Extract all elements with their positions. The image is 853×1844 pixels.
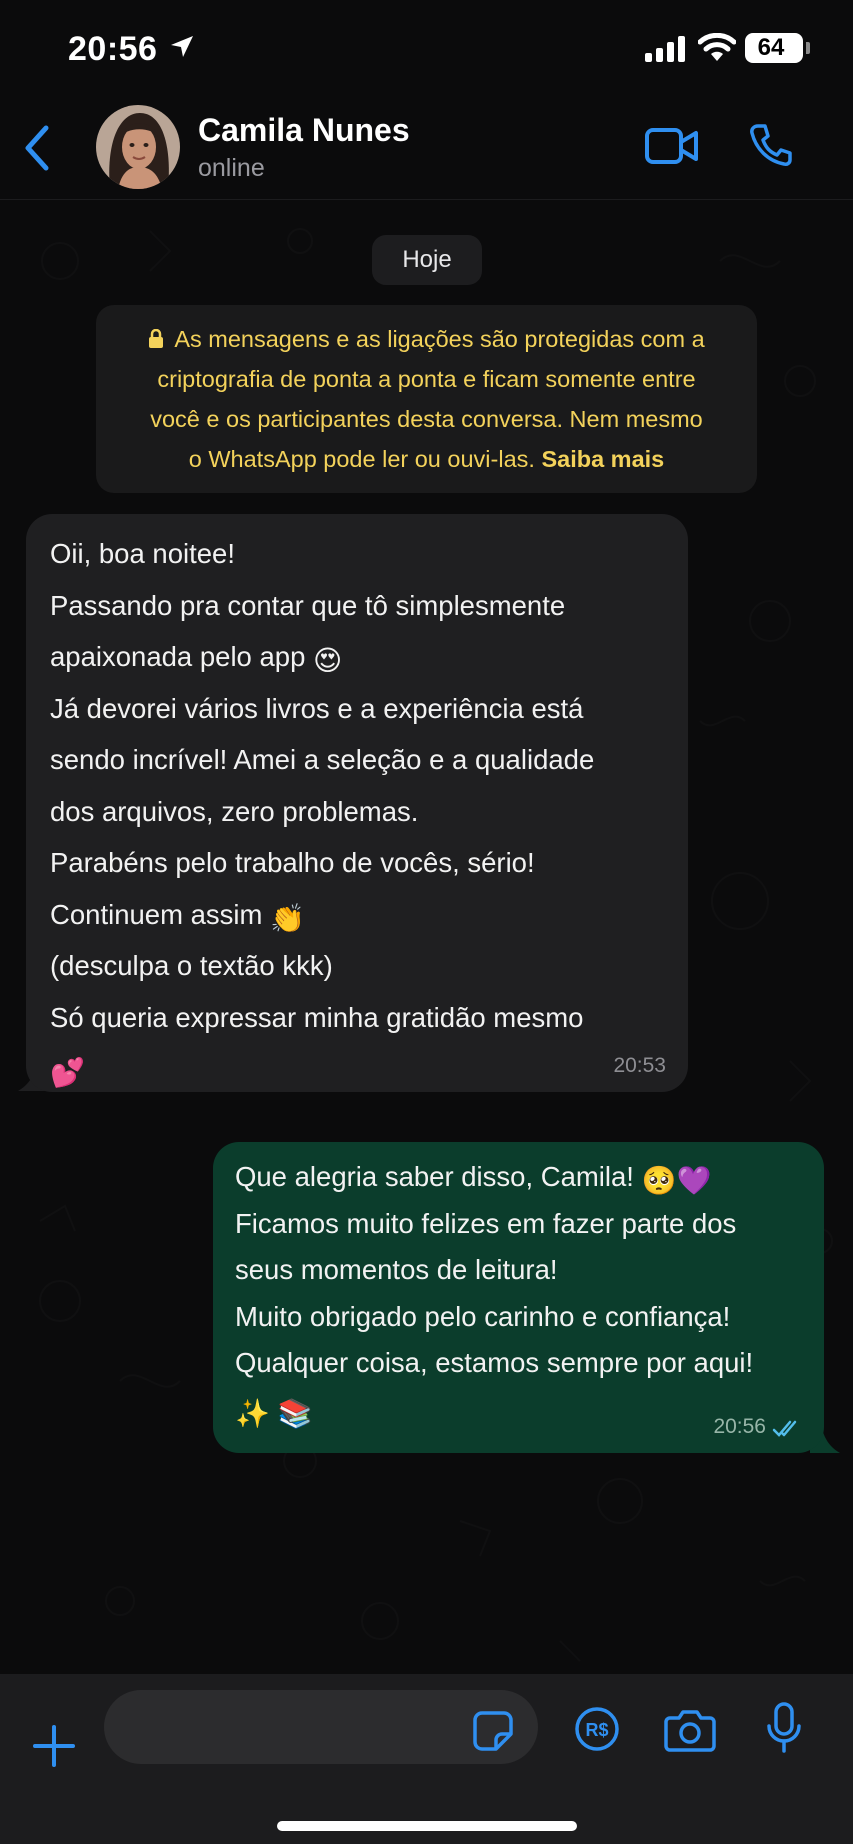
date-divider: Hoje [372, 235, 482, 285]
outgoing-message[interactable]: Que alegria saber disso, Camila! 🥺💜 Fica… [213, 1142, 824, 1453]
message-line: apaixonada pelo app 😍 [50, 641, 343, 677]
message-timestamp: 20:53 [613, 1054, 666, 1077]
microphone-icon[interactable] [766, 1702, 802, 1754]
message-line: (desculpa o textão kkk) [50, 950, 333, 981]
encryption-line-1: As mensagens e as ligações são protegida… [114, 319, 739, 359]
encryption-line-3: você e os participantes desta conversa. … [150, 406, 703, 432]
message-line: Oii, boa noitee! [50, 538, 235, 569]
message-line: Passando pra contar que tô simplesmente [50, 589, 566, 621]
avatar-photo [96, 105, 180, 189]
message-line: seus momentos de leitura! [235, 1254, 558, 1285]
message-input-bar: R$ [0, 1674, 853, 1844]
message-line: Qualquer coisa, estamos sempre por aqui! [235, 1347, 754, 1378]
two-hearts-emoji: 💕 [50, 1056, 85, 1089]
sticker-icon[interactable] [472, 1710, 514, 1752]
message-timestamp: 20:56 [713, 1415, 766, 1438]
encryption-notice[interactable]: As mensagens e as ligações são protegida… [96, 305, 757, 493]
message-line: dos arquivos, zero problemas. [50, 795, 419, 827]
message-line: Parabéns pelo trabalho de vocês, sério! [50, 847, 535, 878]
message-line: Que alegria saber disso, Camila! 🥺💜 [235, 1161, 712, 1197]
books-emoji: 📚 [277, 1396, 313, 1430]
wifi-icon [698, 33, 736, 61]
clapping-hands-emoji: 👏 [270, 901, 305, 935]
location-arrow-icon [171, 36, 193, 57]
read-receipt-icon [772, 1420, 797, 1437]
home-indicator[interactable] [277, 1821, 577, 1831]
encryption-line-4: o WhatsApp pode ler ou ouvi-las. Saiba m… [188, 446, 665, 472]
message-line: Continuem assim 👏 [50, 898, 305, 935]
status-bar: 20:56 64 [0, 0, 853, 100]
lock-icon [149, 329, 164, 348]
sparkles-emoji: ✨ [235, 1396, 270, 1430]
back-chevron-icon[interactable] [22, 124, 52, 172]
battery-level: 64 [757, 34, 785, 61]
purple-heart-emoji: 💜 [676, 1164, 712, 1197]
incoming-message[interactable]: Oii, boa noitee! Passando pra contar que… [26, 514, 688, 1092]
camera-icon[interactable] [664, 1708, 716, 1752]
pleading-face-emoji: 🥺 [641, 1164, 677, 1197]
heart-eyes-emoji: 😍 [313, 644, 343, 677]
contact-name[interactable]: Camila Nunes [198, 112, 410, 149]
cellular-signal-icon [645, 36, 685, 62]
payment-icon[interactable]: R$ [574, 1706, 620, 1752]
status-time: 20:56 [68, 30, 158, 68]
message-line: Ficamos muito felizes em fazer parte dos [235, 1207, 737, 1239]
chat-header: Camila Nunes online [0, 100, 853, 200]
message-line: Só queria expressar minha gratidão mesmo [50, 1001, 584, 1033]
message-line: 💕 [50, 1043, 664, 1095]
battery-icon: 64 [745, 33, 803, 63]
video-call-icon[interactable] [644, 126, 700, 166]
chat-area[interactable]: Hoje As mensagens e as ligações são prot… [0, 201, 853, 1674]
encryption-line-2: criptografia de ponta a ponta e ficam so… [157, 366, 696, 392]
message-line: Já devorei vários livros e a experiência… [50, 692, 584, 724]
contact-avatar[interactable] [96, 105, 180, 189]
voice-call-icon[interactable] [748, 122, 794, 168]
message-line: sendo incrível! Amei a seleção e a quali… [50, 744, 595, 775]
plus-icon[interactable] [32, 1724, 76, 1768]
contact-status: online [198, 154, 265, 182]
whatsapp-chat-screen: 20:56 64 Camila Nunes online Hoje As men… [0, 0, 853, 1844]
svg-text:R$: R$ [585, 1720, 608, 1740]
battery-cap [806, 42, 810, 54]
message-line: Muito obrigado pelo carinho e confiança! [235, 1300, 731, 1332]
learn-more-link[interactable]: Saiba mais [541, 446, 664, 472]
